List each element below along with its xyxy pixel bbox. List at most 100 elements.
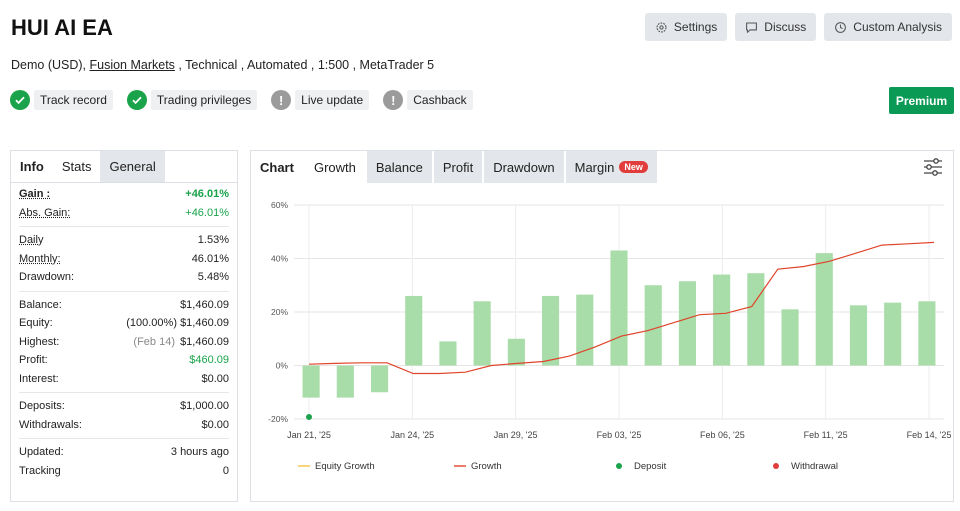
track-record-badge: Track record (10, 89, 113, 111)
margin-label: Margin (574, 159, 615, 175)
chart-bar (473, 301, 491, 366)
trading-privileges-badge: Trading privileges (126, 89, 258, 111)
chart-bar (644, 285, 662, 366)
trading-privileges-label: Trading privileges (150, 90, 258, 110)
premium-button[interactable]: Premium (889, 87, 954, 114)
tab-growth[interactable]: Growth (305, 151, 365, 183)
stat-label: Updated: (19, 446, 64, 459)
tab-general[interactable]: General (100, 151, 165, 182)
tab-chart[interactable]: Chart (251, 151, 303, 183)
exclamation-icon: ! (383, 90, 404, 110)
stat-row-balance: Balance: $1,460.09 (19, 296, 229, 315)
info-panel: Info Stats General Gain : +46.01% Abs. Ga… (10, 150, 238, 502)
sliders-icon[interactable] (923, 158, 943, 176)
chart-bar (918, 301, 936, 366)
stat-value: $1,460.09 (180, 298, 229, 311)
stat-value: 5.48% (197, 271, 229, 284)
chart-bar (781, 309, 799, 366)
settings-button[interactable]: Settings (644, 13, 728, 41)
x-tick-label: Feb 06, '25 (700, 430, 745, 440)
stat-label: Tracking (19, 464, 61, 477)
divider (19, 290, 229, 292)
stat-value: $0.00 (201, 418, 229, 431)
live-update-badge: ! Live update (271, 89, 370, 111)
discuss-button[interactable]: Discuss (735, 13, 817, 41)
broker-link[interactable]: Fusion Markets (89, 58, 174, 72)
stat-row-deposits: Deposits: $1,000.00 (19, 397, 229, 416)
page-title: HUI AI EA (11, 15, 113, 40)
stat-row-highest: Highest: (Feb 14) $1,460.09 (19, 333, 229, 352)
stat-value: 0 (222, 464, 229, 477)
stat-label: Equity: (19, 317, 53, 330)
legend-marker (616, 463, 622, 469)
equity-percent: (100.00%) (126, 317, 177, 330)
stat-value: 3 hours ago (170, 446, 229, 459)
stats-list: Gain : +46.01% Abs. Gain: +46.01% Daily 1.5… (11, 183, 237, 480)
legend-label: Withdrawal (791, 461, 838, 472)
cashback-badge: ! Cashback (383, 89, 473, 111)
top-toolbar: Settings Discuss Custom Analysis (644, 13, 952, 41)
chart-bar (610, 250, 628, 366)
stat-row-profit: Profit: $460.09 (19, 351, 229, 370)
tab-drawdown[interactable]: Drawdown (484, 151, 564, 183)
new-badge: New (619, 161, 648, 173)
growth-chart: 60% 40% 20% 0% -20% Jan 21, '25 Jan 24, '25 Jan… (268, 200, 951, 472)
stat-label: Deposits: (19, 400, 65, 413)
x-tick-label: Jan 21, '25 (287, 430, 331, 440)
stat-row-interest: Interest: $0.00 (19, 370, 229, 389)
stat-label: Daily (19, 234, 44, 247)
chart-bar (439, 341, 457, 366)
subtitle-prefix: Demo (USD), (11, 58, 90, 72)
x-tick-label: Feb 11, '25 (804, 430, 848, 440)
tab-stats[interactable]: Stats (53, 151, 101, 182)
check-icon (10, 90, 30, 110)
stat-label: Abs. Gain: (19, 206, 71, 219)
stat-row-gain: Gain : +46.01% (19, 185, 229, 204)
chart-bar (884, 302, 902, 366)
chart-tabs: Chart Growth Balance Profit Drawdown Mar… (251, 151, 953, 183)
info-tabs: Info Stats General (11, 151, 237, 183)
chart-bar (815, 253, 833, 366)
discuss-label: Discuss (764, 20, 807, 34)
tab-profit[interactable]: Profit (433, 151, 483, 183)
stat-row-updated: Updated: 3 hours ago (19, 443, 229, 462)
y-tick-label: 0% (276, 361, 289, 371)
custom-analysis-label: Custom Analysis (853, 20, 942, 34)
legend-label: Growth (471, 461, 502, 472)
cashback-label: Cashback (407, 90, 473, 110)
live-update-label: Live update (295, 90, 370, 110)
track-record-label: Track record (34, 90, 113, 110)
stat-value: $0.00 (201, 372, 229, 385)
chart-bar (405, 295, 423, 366)
chart-panel: Chart Growth Balance Profit Drawdown Mar… (250, 150, 954, 502)
check-icon (126, 90, 147, 110)
tab-margin[interactable]: Margin New (565, 151, 657, 183)
x-tick-label: Jan 29, '25 (494, 430, 538, 440)
stat-label: Balance: (19, 298, 62, 311)
chart-bar (678, 281, 696, 366)
stat-label: Highest: (19, 335, 60, 348)
stat-value: (100.00%) $1,460.09 (126, 317, 229, 329)
stat-label: Drawdown: (19, 271, 75, 284)
chart-bar (542, 295, 560, 366)
legend-label: Deposit (634, 461, 667, 472)
tab-balance[interactable]: Balance (366, 151, 432, 183)
tab-info[interactable]: Info (11, 151, 53, 182)
stat-value: +46.01% (185, 206, 229, 219)
highest-amount: $1,460.09 (180, 335, 229, 348)
custom-analysis-button[interactable]: Custom Analysis (824, 13, 952, 41)
stat-label: Gain : (19, 188, 51, 201)
stat-value: 46.01% (191, 252, 229, 265)
divider (19, 226, 229, 227)
y-tick-label: 20% (271, 307, 288, 317)
stat-row-withdrawals: Withdrawals: $0.00 (19, 416, 229, 435)
divider (19, 392, 229, 393)
gear-icon (656, 21, 667, 33)
stat-row-tracking: Tracking 0 (19, 462, 229, 481)
chart-bar (713, 274, 731, 366)
exclamation-icon: ! (271, 90, 292, 110)
clock-icon (835, 21, 847, 33)
stat-value: $1,000.00 (180, 400, 229, 413)
y-tick-label: -20% (268, 414, 288, 424)
stat-row-abs-gain: Abs. Gain: +46.01% (19, 204, 229, 223)
